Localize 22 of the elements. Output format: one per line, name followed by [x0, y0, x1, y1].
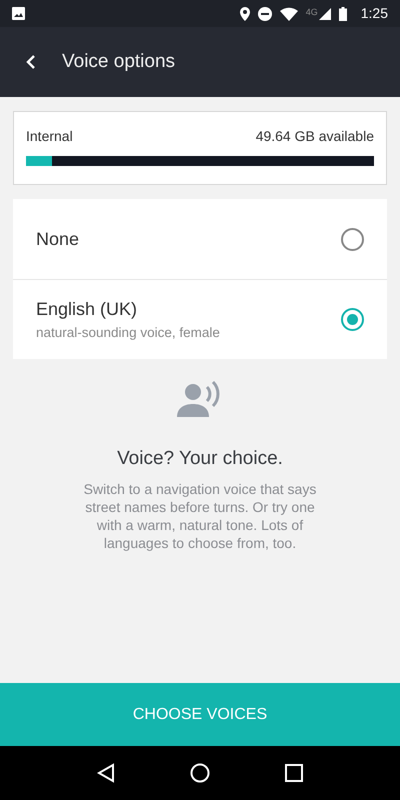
location-icon: [240, 6, 250, 20]
voice-description: natural-sounding voice, female: [36, 324, 220, 342]
clock: 1:25: [360, 4, 388, 23]
storage-available: 49.64 GB available: [256, 127, 374, 146]
empty-state-title: Voice? Your choice.: [117, 447, 283, 471]
back-nav-icon[interactable]: [97, 763, 116, 783]
storage-label: Internal: [26, 127, 73, 146]
voice-name: None: [36, 228, 80, 250]
radio-button[interactable]: [341, 228, 364, 250]
battery-icon: [338, 6, 347, 20]
signal-icon: [318, 8, 331, 20]
wifi-icon: [280, 6, 298, 20]
radio-button[interactable]: [341, 308, 364, 331]
recents-icon[interactable]: [284, 764, 303, 782]
home-icon[interactable]: [190, 763, 210, 783]
do-not-disturb-icon: [258, 6, 272, 20]
back-icon[interactable]: [26, 54, 36, 70]
voice-name: English (UK): [36, 298, 138, 321]
network-type: 4G: [306, 8, 318, 16]
screen-title: Voice options: [62, 50, 176, 74]
empty-state-description: Switch to a navigation voice that says street names before turns. Or try one with a warm, natural tone. Lots of languages to choose from, too.: [82, 480, 318, 552]
image-icon: [12, 7, 25, 20]
